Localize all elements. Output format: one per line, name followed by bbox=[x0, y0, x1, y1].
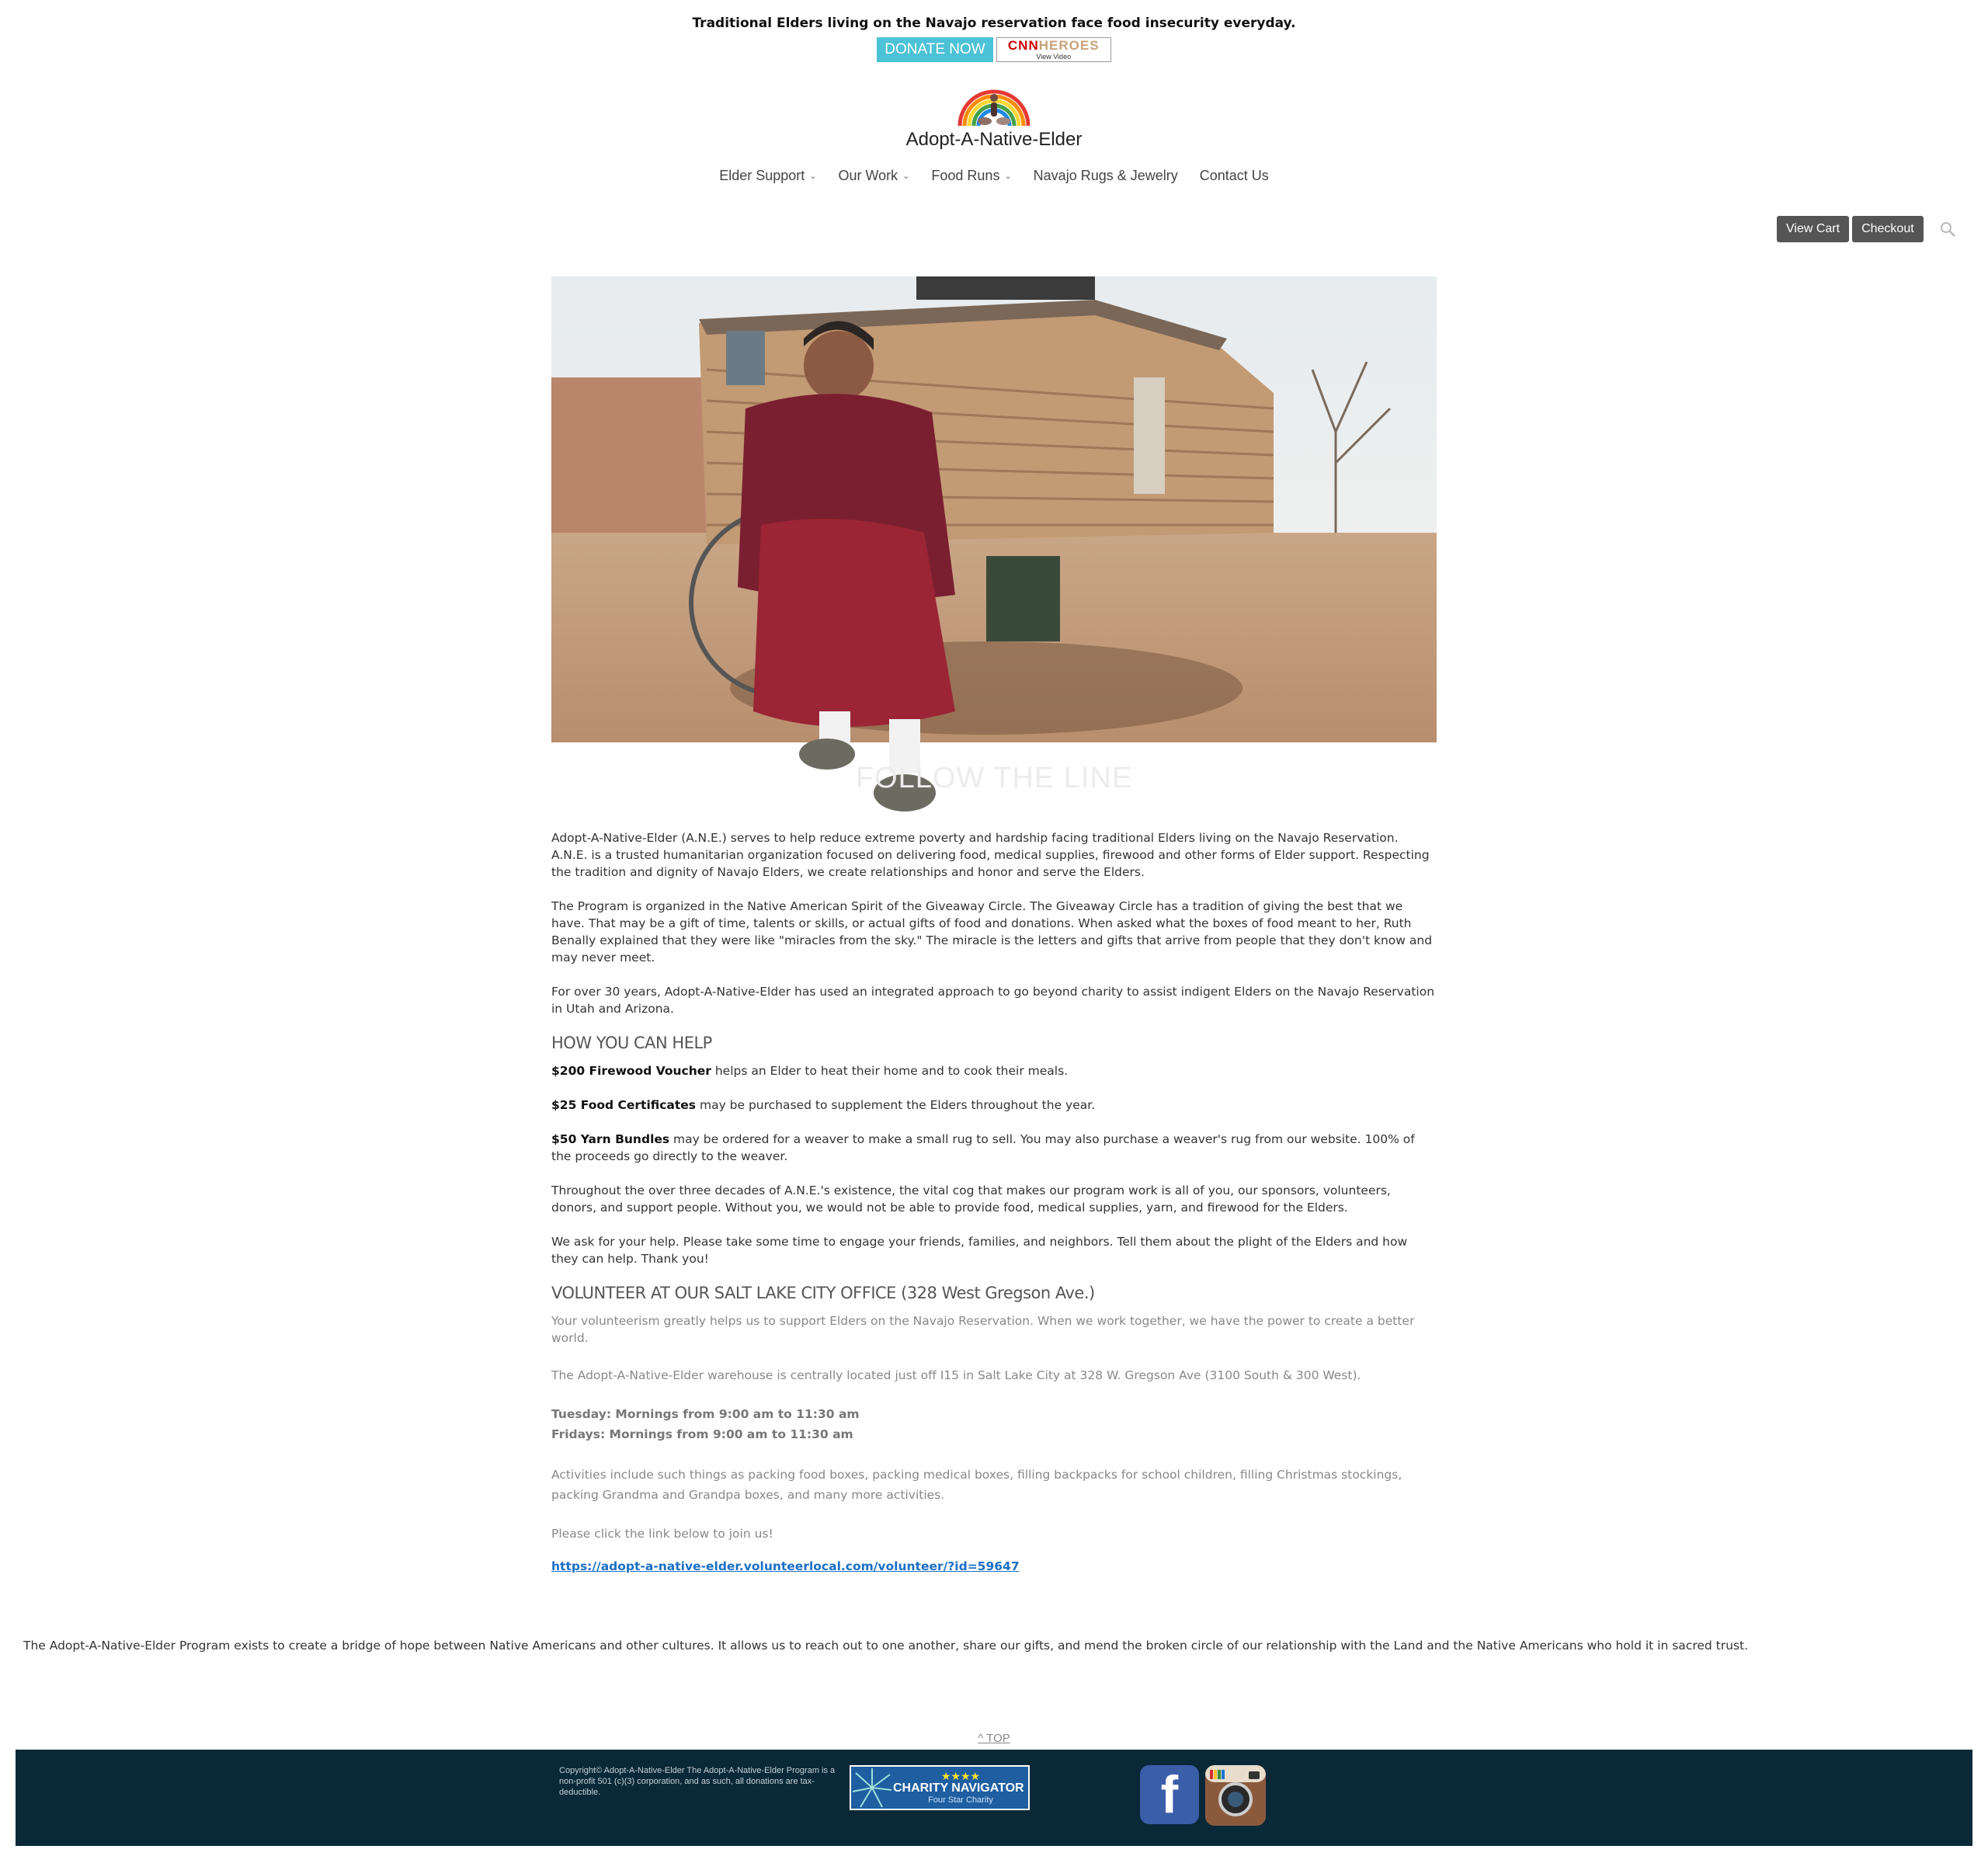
charity-navigator-star-icon bbox=[852, 1768, 892, 1808]
chevron-down-icon: ⌄ bbox=[1004, 172, 1012, 181]
help-item-food-certificates: $25 Food Certificates may be purchased t… bbox=[551, 1098, 1096, 1112]
nav-item-label: Navajo Rugs & Jewelry bbox=[1033, 168, 1178, 183]
charity-navigator-subtitle: Four Star Charity bbox=[928, 1795, 993, 1805]
back-to-top-link[interactable]: ^ TOP bbox=[0, 1732, 1988, 1745]
intro-paragraph-3: For over 30 years, Adopt-A-Native-Elder … bbox=[551, 985, 1435, 1016]
nav-item-label: Contact Us bbox=[1199, 168, 1269, 183]
cnn-heroes-video-button[interactable]: CNNHEROES View Video bbox=[996, 37, 1111, 62]
hero-image: FOLLOW THE LINE bbox=[551, 276, 1437, 820]
facebook-icon[interactable]: f bbox=[1140, 1765, 1199, 1824]
how-you-can-help-heading: HOW YOU CAN HELP bbox=[551, 1034, 712, 1052]
rainbow-logo-icon bbox=[958, 89, 1030, 127]
nav-item-elder-support[interactable]: Elder Support ⌄ bbox=[719, 168, 816, 184]
volunteer-link-wrap: https://adopt-a-native-elder.volunteerlo… bbox=[551, 1558, 1437, 1575]
instagram-icon[interactable] bbox=[1205, 1765, 1266, 1826]
volunteer-hours: Tuesday: Mornings from 9:00 am to 11:30 … bbox=[551, 1404, 1437, 1444]
donate-now-button[interactable]: DONATE NOW bbox=[877, 37, 993, 62]
cnn-heroes-logo: CNNHEROES bbox=[1007, 38, 1100, 53]
announcement-buttons: DONATE NOW CNNHEROES View Video bbox=[0, 37, 1988, 62]
search-icon[interactable] bbox=[1939, 221, 1956, 238]
view-cart-button[interactable]: View Cart bbox=[1777, 216, 1850, 242]
help-paragraph-4: Throughout the over three decades of A.N… bbox=[551, 1183, 1391, 1215]
chevron-down-icon: ⌄ bbox=[809, 172, 817, 181]
charity-navigator-text: ★★★★ CHARITY NAVIGATOR Four Star Charity bbox=[893, 1771, 1028, 1805]
chevron-down-icon: ⌄ bbox=[902, 172, 910, 181]
cart-bar: View Cart Checkout bbox=[1777, 216, 1956, 242]
main-nav: Elder Support ⌄ Our Work ⌄ Food Runs ⌄ N… bbox=[0, 168, 1988, 184]
nav-item-our-work[interactable]: Our Work ⌄ bbox=[838, 168, 909, 184]
volunteer-hours-friday: Fridays: Mornings from 9:00 am to 11:30 … bbox=[551, 1427, 853, 1441]
nav-item-contact-us[interactable]: Contact Us bbox=[1200, 168, 1269, 184]
charity-navigator-badge[interactable]: ★★★★ CHARITY NAVIGATOR Four Star Charity bbox=[850, 1765, 1030, 1810]
mission-statement: The Adopt-A-Native-Elder Program exists … bbox=[23, 1639, 1749, 1653]
volunteer-heading: VOLUNTEER AT OUR SALT LAKE CITY OFFICE (… bbox=[551, 1284, 1095, 1302]
four-star-icon: ★★★★ bbox=[940, 1770, 981, 1782]
hero-overlay-text: FOLLOW THE LINE bbox=[855, 762, 1133, 794]
site-name: Adopt-A-Native-Elder bbox=[905, 129, 1083, 150]
copyright-text: Copyright© Adopt-A-Native-Elder The Adop… bbox=[559, 1766, 836, 1797]
volunteer-paragraph-2: The Adopt-A-Native-Elder warehouse is ce… bbox=[551, 1368, 1361, 1382]
site-brand[interactable]: Adopt-A-Native-Elder bbox=[0, 87, 1988, 151]
nav-item-label: Food Runs bbox=[931, 168, 1000, 183]
checkout-button[interactable]: Checkout bbox=[1852, 216, 1924, 242]
intro-paragraph-1: Adopt-A-Native-Elder (A.N.E.) serves to … bbox=[551, 831, 1430, 879]
announcement-bar: Traditional Elders living on the Navajo … bbox=[0, 0, 1988, 62]
help-item-firewood: $200 Firewood Voucher helps an Elder to … bbox=[551, 1064, 1069, 1078]
main-content: Adopt-A-Native-Elder (A.N.E.) serves to … bbox=[551, 829, 1437, 1592]
volunteer-paragraph-1: Your volunteerism greatly helps us to su… bbox=[551, 1314, 1415, 1345]
elder-photo-image bbox=[551, 276, 1437, 812]
site-footer: Copyright© Adopt-A-Native-Elder The Adop… bbox=[16, 1750, 1972, 1846]
volunteer-signup-link[interactable]: https://adopt-a-native-elder.volunteerlo… bbox=[551, 1559, 1020, 1573]
nav-item-navajo-rugs-jewelry[interactable]: Navajo Rugs & Jewelry bbox=[1034, 168, 1178, 184]
volunteer-hours-tuesday: Tuesday: Mornings from 9:00 am to 11:30 … bbox=[551, 1407, 860, 1421]
help-item-yarn-bundles: $50 Yarn Bundles may be ordered for a we… bbox=[551, 1132, 1415, 1163]
charity-navigator-title: CHARITY NAVIGATOR bbox=[893, 1781, 1024, 1795]
intro-paragraph-2: The Program is organized in the Native A… bbox=[551, 899, 1433, 965]
nav-item-food-runs[interactable]: Food Runs ⌄ bbox=[931, 168, 1011, 184]
nav-item-label: Our Work bbox=[838, 168, 898, 183]
volunteer-paragraph-4: Please click the link below to join us! bbox=[551, 1527, 773, 1541]
volunteer-paragraph-3: Activities include such things as packin… bbox=[551, 1468, 1402, 1502]
announcement-text: Traditional Elders living on the Navajo … bbox=[692, 16, 1296, 31]
nav-item-label: Elder Support bbox=[719, 168, 805, 183]
cnn-view-video-caption: View Video bbox=[1036, 53, 1072, 61]
help-paragraph-5: We ask for your help. Please take some t… bbox=[551, 1235, 1408, 1266]
